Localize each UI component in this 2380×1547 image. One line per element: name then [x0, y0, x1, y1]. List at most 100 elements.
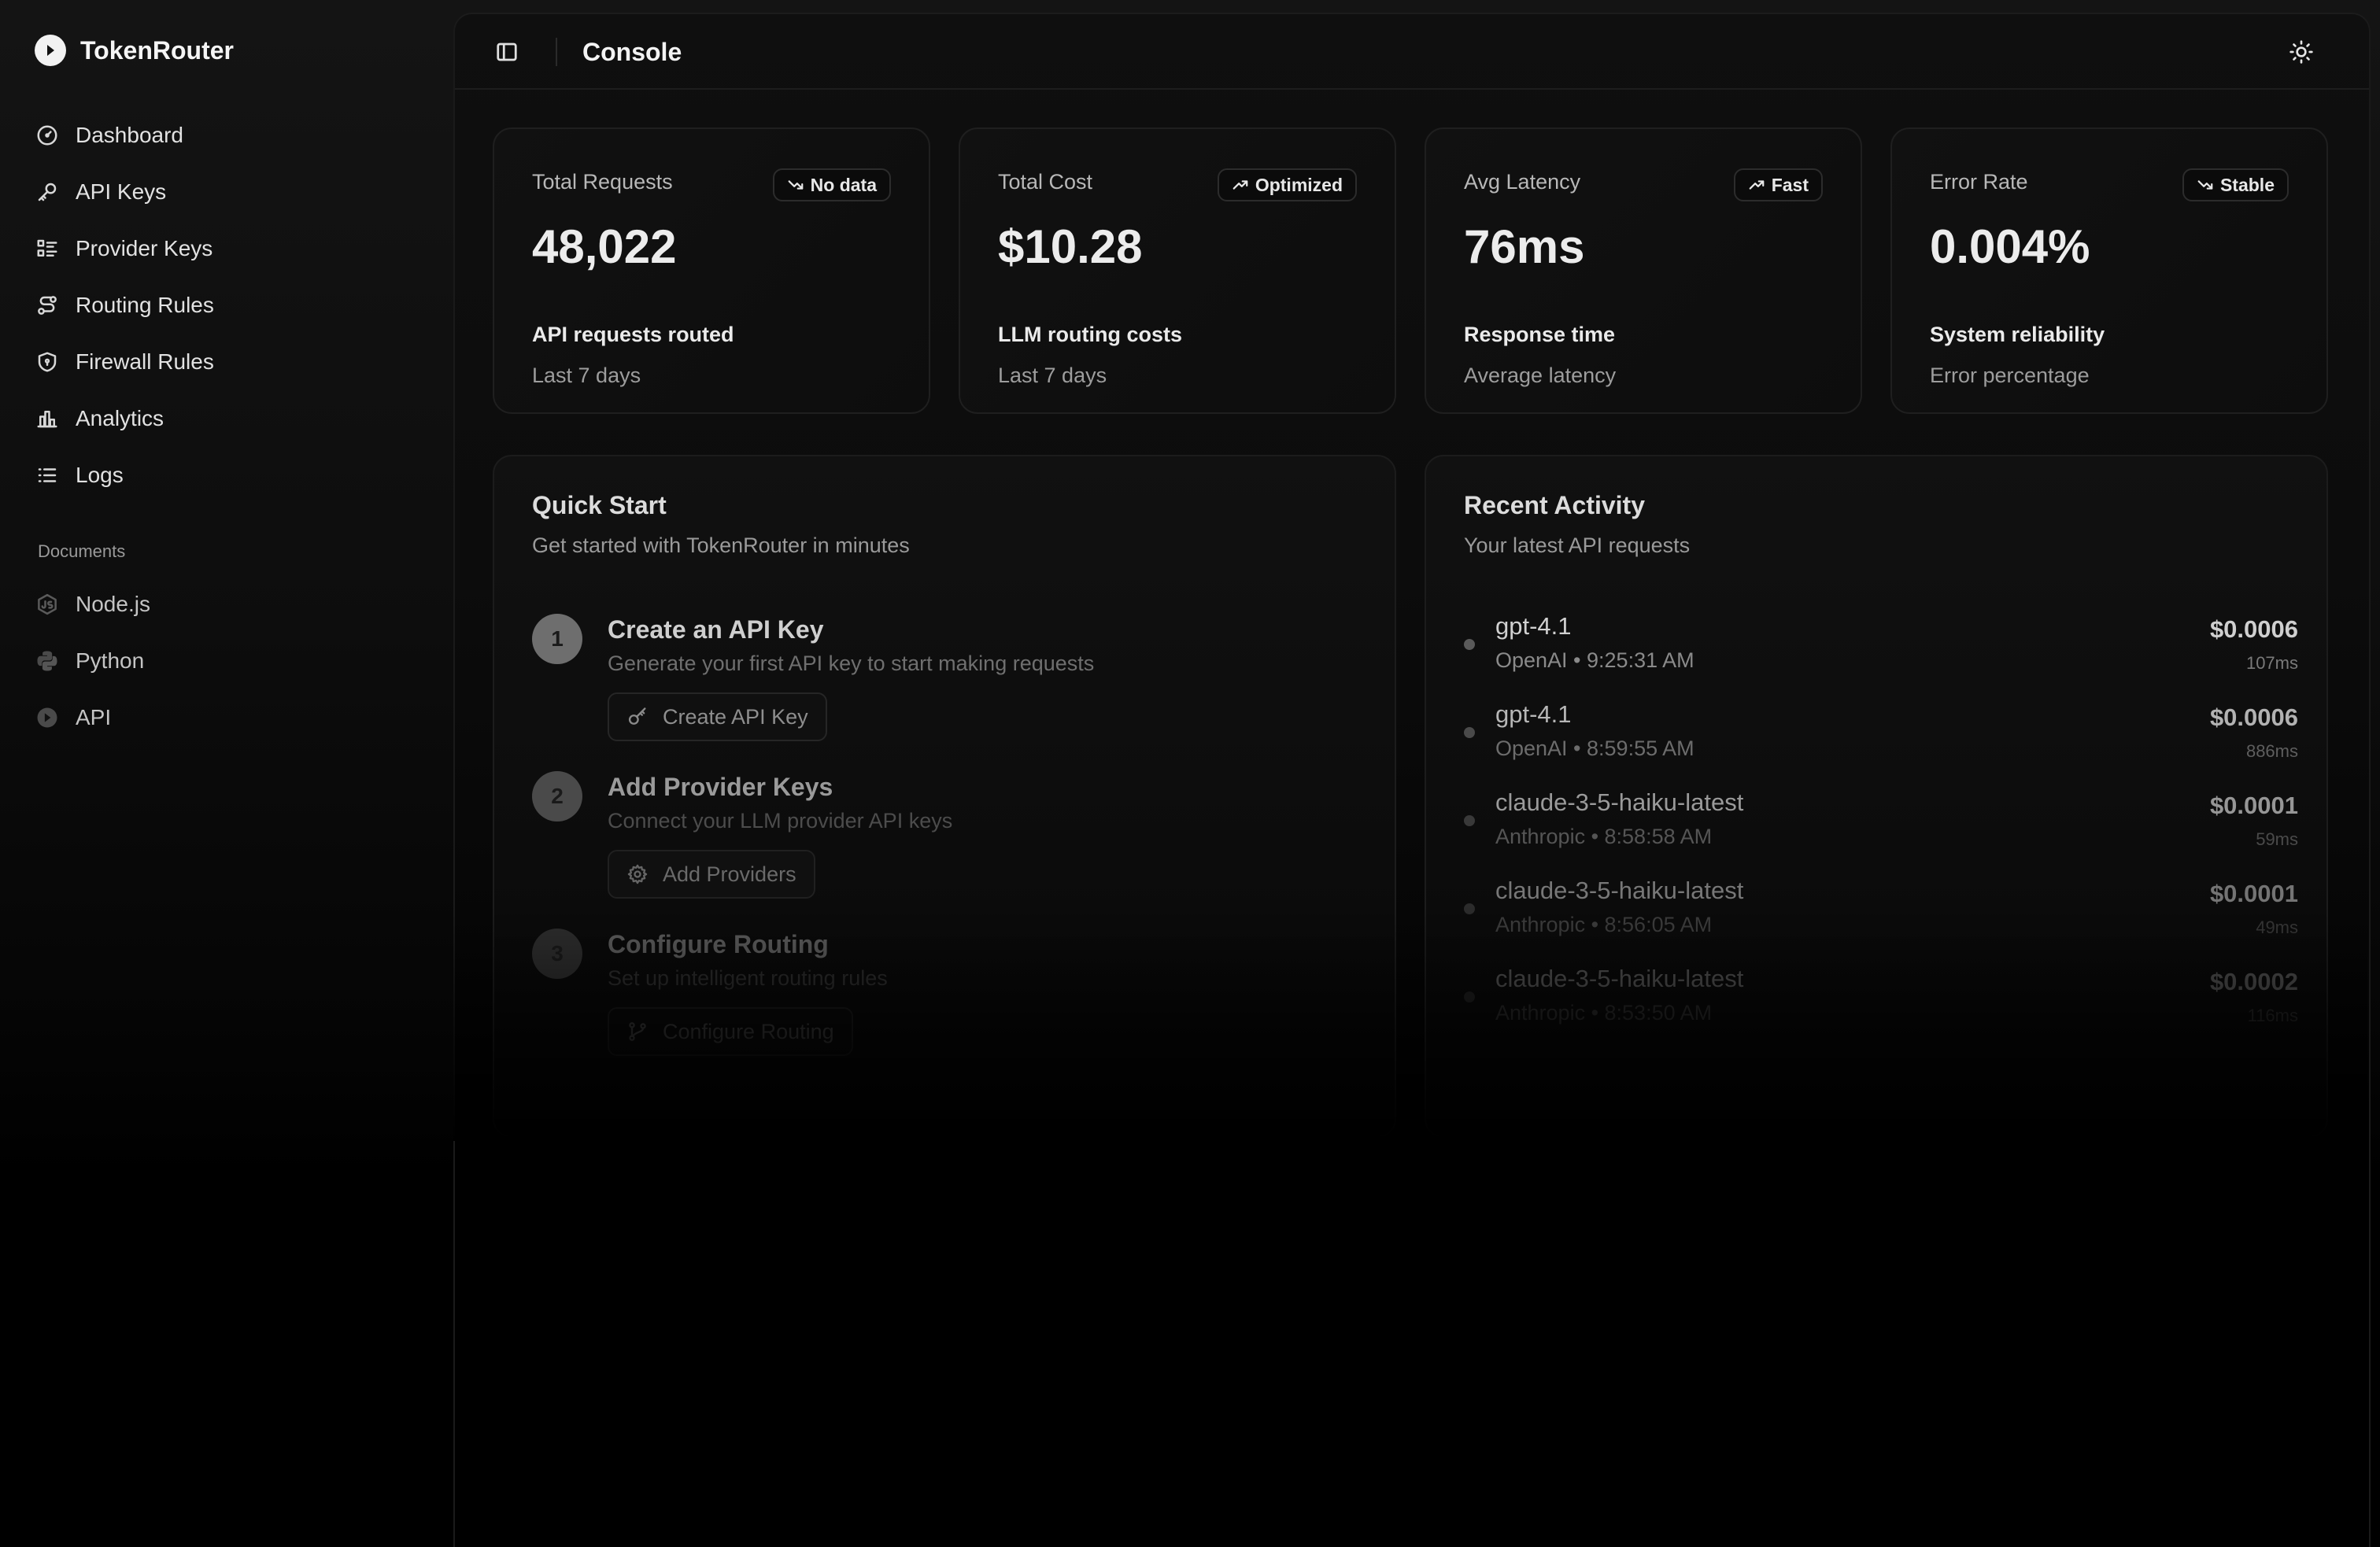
step-title: Create an API Key — [608, 615, 824, 644]
brand[interactable]: TokenRouter — [35, 31, 234, 69]
topbar-divider — [556, 38, 557, 66]
status-dot — [1464, 727, 1475, 738]
activity-row[interactable]: claude-3-5-haiku-latest Anthropic • 8:58… — [1464, 787, 2298, 862]
sidebar-item-label: Node.js — [76, 592, 150, 616]
sidebar: TokenRouter Dashboard API Keys Provider … — [0, 0, 453, 787]
activity-row[interactable]: gpt-4.1 OpenAI • 8:59:55 AM $0.0006 886m… — [1464, 699, 2298, 774]
stat-card-total-requests: Total Requests No data 48,022 API reques… — [493, 127, 930, 414]
activity-cost: $0.0006 — [2209, 615, 2298, 643]
panel-title: Recent Activity — [1464, 491, 1645, 519]
main-panel: Console Total Requests No data 48,022 AP… — [453, 13, 2371, 1547]
stat-description: Response time — [1464, 323, 1616, 346]
trend-down-icon — [788, 180, 804, 190]
sidebar-item-label: Dashboard — [76, 123, 183, 147]
sidebar-item-api-keys[interactable]: API Keys — [35, 164, 428, 220]
activity-latency: 49ms — [2256, 917, 2298, 937]
route-icon — [35, 293, 60, 318]
activity-meta: OpenAI • 8:59:55 AM — [1495, 737, 1694, 760]
activity-meta: Anthropic • 8:56:05 AM — [1495, 913, 1713, 936]
panel-title: Quick Start — [532, 491, 667, 519]
status-badge: Stable — [2182, 168, 2289, 201]
add-providers-button[interactable]: Add Providers — [608, 850, 815, 899]
panel-subtitle: Your latest API requests — [1464, 534, 1691, 557]
stat-description: LLM routing costs — [998, 323, 1182, 346]
sidebar-item-label: Firewall Rules — [76, 349, 214, 374]
api-icon — [35, 705, 60, 730]
status-badge: Fast — [1733, 168, 1823, 201]
stat-subtext: Last 7 days — [532, 364, 641, 387]
activity-latency: 59ms — [2256, 829, 2298, 849]
python-icon — [35, 648, 60, 674]
step-description: Connect your LLM provider API keys — [608, 809, 953, 833]
docs-item-python[interactable]: Python — [35, 633, 428, 689]
stat-card-total-cost: Total Cost Optimized $10.28 LLM routing … — [959, 127, 1396, 414]
stat-label: Avg Latency — [1464, 170, 1581, 194]
status-dot — [1464, 903, 1475, 914]
bar-chart-icon — [35, 406, 60, 431]
step-number: 2 — [532, 771, 582, 821]
sidebar-item-logs[interactable]: Logs — [35, 447, 428, 504]
stat-value: 48,022 — [532, 220, 677, 273]
git-branch-icon — [629, 1022, 646, 1041]
documents-section-label: Documents — [38, 541, 126, 561]
panel-subtitle: Get started with TokenRouter in minutes — [532, 534, 910, 557]
sidebar-item-provider-keys[interactable]: Provider Keys — [35, 220, 428, 277]
activity-row[interactable]: claude-3-5-haiku-latest Anthropic • 8:53… — [1464, 963, 2298, 1039]
activity-row[interactable]: claude-3-5-haiku-latest Anthropic • 8:56… — [1464, 875, 2298, 951]
gear-icon — [627, 864, 648, 884]
activity-row[interactable]: gpt-4.1 OpenAI • 9:25:31 AM $0.0006 107m… — [1464, 611, 2298, 686]
list-key-icon — [35, 236, 60, 261]
stat-description: System reliability — [1930, 323, 2105, 346]
activity-model: gpt-4.1 — [1495, 612, 1572, 640]
stat-label: Total Requests — [532, 170, 673, 194]
create-api-key-button[interactable]: Create API Key — [608, 692, 827, 741]
step-number: 1 — [532, 614, 582, 664]
stat-subtext: Error percentage — [1930, 364, 2090, 387]
configure-routing-button[interactable]: Configure Routing — [608, 1007, 853, 1056]
activity-cost: $0.0001 — [2209, 880, 2298, 907]
sidebar-item-routing-rules[interactable]: Routing Rules — [35, 277, 428, 334]
sidebar-item-firewall-rules[interactable]: Firewall Rules — [35, 334, 428, 390]
theme-toggle-button[interactable] — [2286, 36, 2317, 68]
badge-label: Optimized — [1255, 174, 1343, 195]
activity-latency: 107ms — [2245, 653, 2298, 673]
sidebar-item-label: Provider Keys — [76, 236, 213, 260]
stat-card-avg-latency: Avg Latency Fast 76ms Response time Aver… — [1425, 127, 1862, 414]
status-badge: Optimized — [1217, 168, 1357, 201]
stat-card-error-rate: Error Rate Stable 0.004% System reliabil… — [1890, 127, 2328, 414]
sidebar-item-label: Routing Rules — [76, 293, 214, 317]
activity-model: claude-3-5-haiku-latest — [1495, 877, 1744, 904]
activity-meta: Anthropic • 8:53:50 AM — [1495, 1001, 1713, 1025]
trend-up-icon — [1749, 180, 1765, 190]
activity-meta: OpenAI • 9:25:31 AM — [1495, 648, 1694, 672]
step-number: 3 — [532, 929, 582, 979]
sidebar-item-dashboard[interactable]: Dashboard — [35, 107, 428, 164]
stat-subtext: Last 7 days — [998, 364, 1107, 387]
status-dot — [1464, 991, 1475, 1002]
sidebar-item-analytics[interactable]: Analytics — [35, 390, 428, 447]
top-bar: Console — [455, 14, 2369, 90]
trend-up-icon — [1232, 180, 1248, 190]
activity-meta: Anthropic • 8:58:58 AM — [1495, 825, 1713, 848]
button-label: Create API Key — [663, 704, 808, 729]
docs-item-nodejs[interactable]: Node.js — [35, 576, 428, 633]
stat-label: Total Cost — [998, 170, 1093, 194]
status-dot — [1464, 815, 1475, 826]
sun-icon — [2289, 40, 2313, 64]
sidebar-nav: Dashboard API Keys Provider Keys Routing… — [35, 107, 428, 504]
stat-description: API requests routed — [532, 323, 734, 346]
docs-item-api[interactable]: API — [35, 689, 428, 746]
page-title: Console — [582, 38, 682, 66]
tokenrouter-logo-icon — [35, 35, 66, 66]
list-icon — [35, 463, 60, 488]
stat-value: 76ms — [1464, 220, 1585, 273]
nodejs-icon — [35, 592, 60, 617]
documents-nav: Node.js Python API — [35, 576, 428, 746]
key-icon — [628, 707, 646, 725]
status-dot — [1464, 639, 1475, 650]
button-label: Configure Routing — [663, 1019, 834, 1043]
trend-down-icon — [2197, 180, 2213, 190]
activity-cost: $0.0001 — [2209, 792, 2298, 819]
step-title: Configure Routing — [608, 930, 829, 958]
sidebar-toggle-button[interactable] — [493, 38, 521, 66]
